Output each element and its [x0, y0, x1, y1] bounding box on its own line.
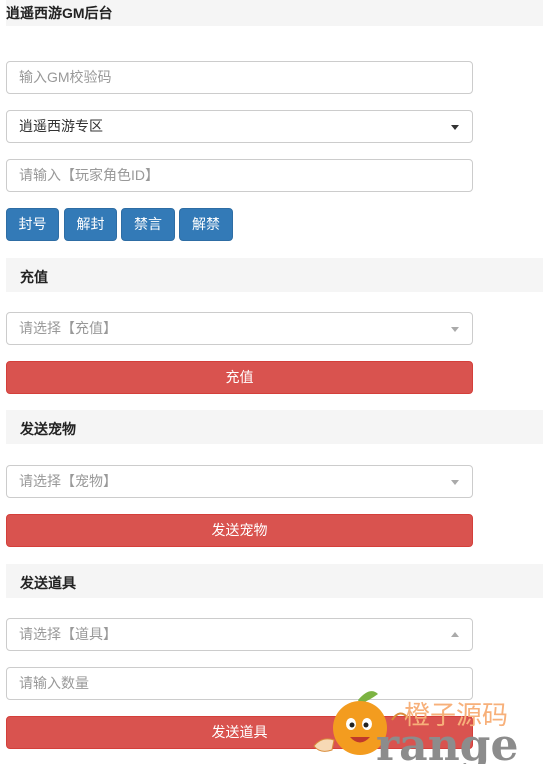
pet-section-title: 发送宠物	[6, 410, 543, 444]
watermark-logo: 橙子源码 range	[313, 691, 518, 764]
send-pet-button[interactable]: 发送宠物	[6, 514, 473, 547]
recharge-select[interactable]: 请选择【充值】	[6, 312, 473, 345]
chevron-up-icon	[451, 632, 459, 637]
page-title: 逍遥西游GM后台	[6, 0, 543, 26]
role-id-input[interactable]: 请输入【玩家角色ID】	[6, 159, 473, 192]
unban-button[interactable]: 解封	[64, 208, 117, 241]
recharge-select-placeholder: 请选择【充值】	[19, 320, 117, 336]
item-select[interactable]: 请选择【道具】	[6, 618, 473, 651]
watermark-en: range	[376, 720, 518, 764]
recharge-section-title: 充值	[6, 258, 543, 292]
item-section-title: 发送道具	[6, 564, 543, 598]
chevron-down-icon	[451, 327, 459, 332]
zone-select[interactable]: 逍遥西游专区	[6, 110, 473, 143]
item-select-placeholder: 请选择【道具】	[19, 626, 117, 642]
pet-select-placeholder: 请选择【宠物】	[19, 473, 117, 489]
pet-select[interactable]: 请选择【宠物】	[6, 465, 473, 498]
chevron-down-icon	[451, 125, 459, 130]
recharge-button[interactable]: 充值	[6, 361, 473, 394]
ban-button[interactable]: 封号	[6, 208, 59, 241]
mute-button[interactable]: 禁言	[121, 208, 175, 241]
gm-code-input[interactable]: 输入GM校验码	[6, 61, 473, 94]
zone-select-value: 逍遥西游专区	[19, 118, 103, 134]
chevron-down-icon	[451, 480, 459, 485]
unmute-button[interactable]: 解禁	[179, 208, 233, 241]
